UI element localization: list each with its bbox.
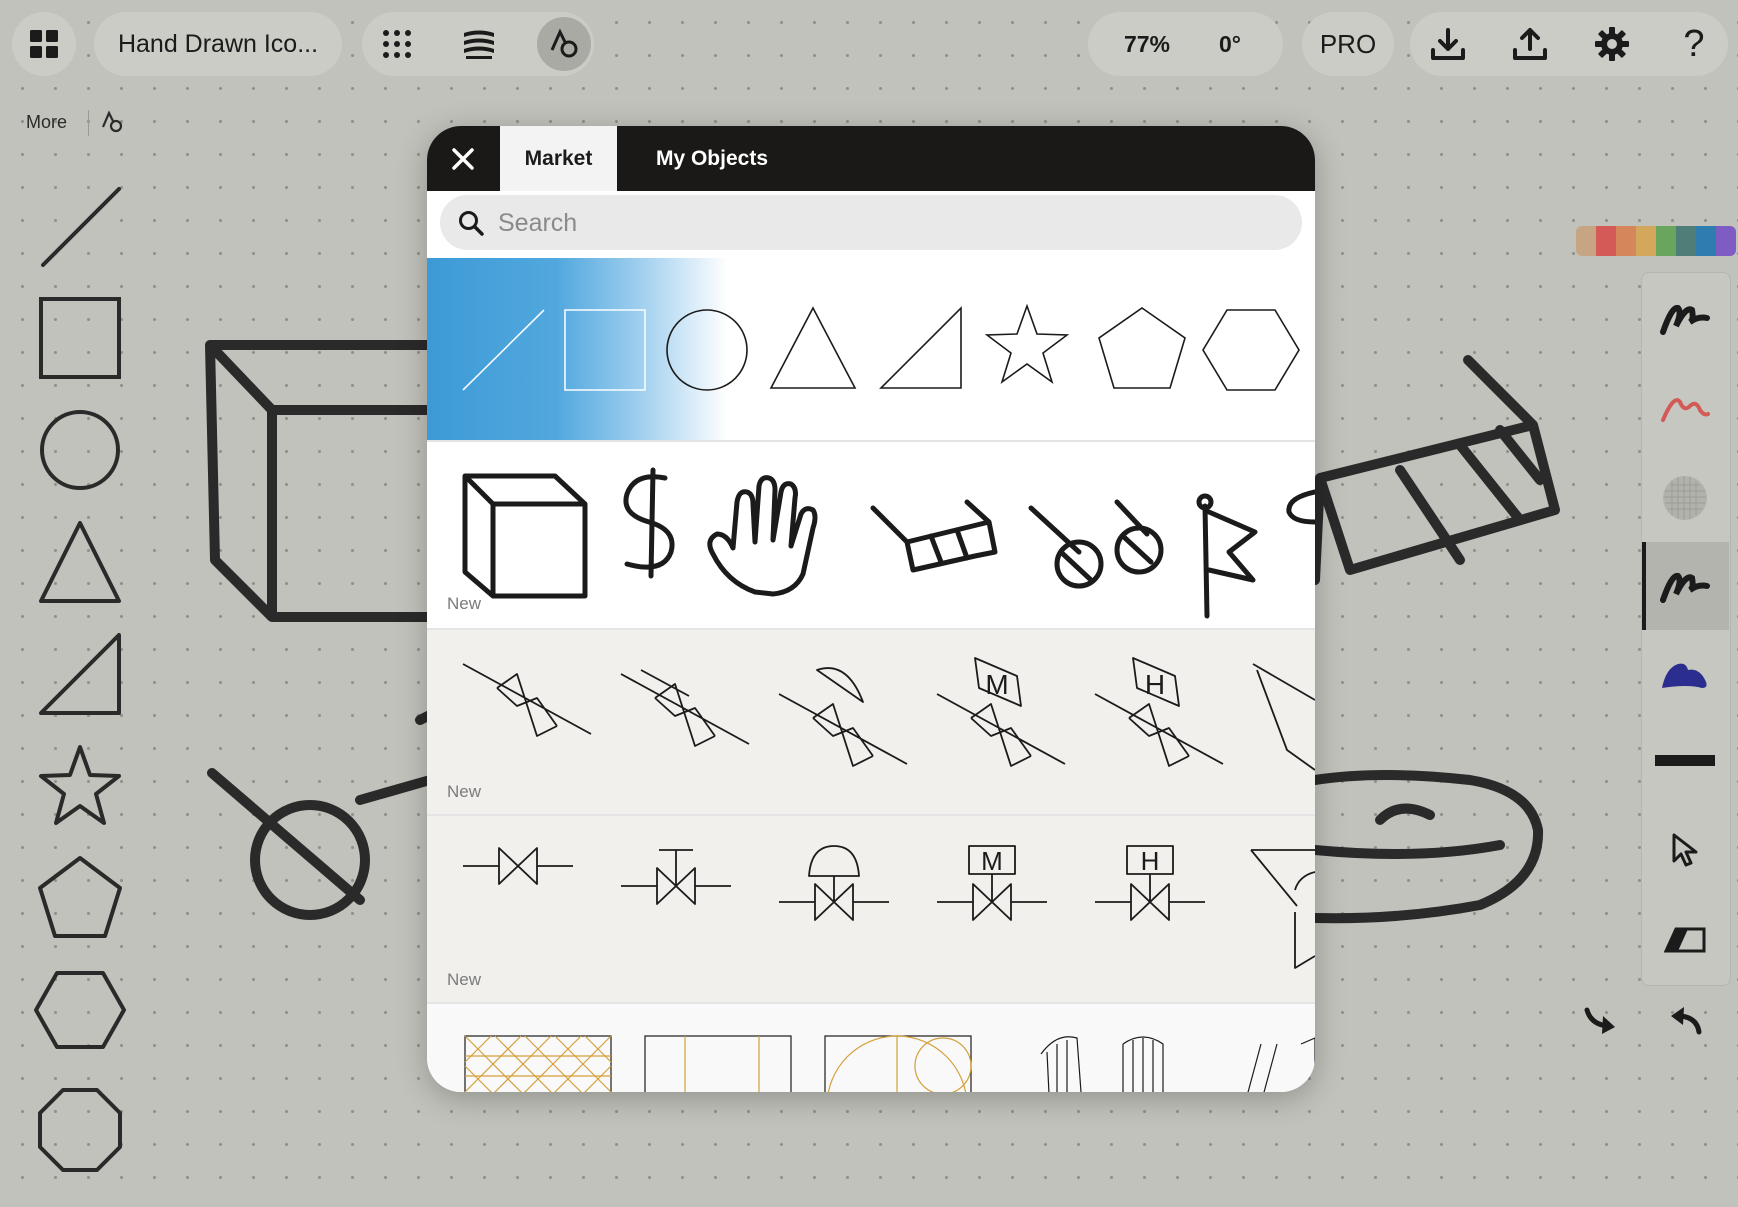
line-width-tool[interactable] — [1641, 716, 1729, 804]
valve-letter-m: M — [985, 669, 1008, 700]
new-badge: New — [447, 782, 482, 801]
upload-icon[interactable] — [1496, 12, 1564, 76]
rotation-angle[interactable]: 0° — [1190, 12, 1270, 76]
gear-icon[interactable] — [1578, 12, 1646, 76]
grids-chairs-row[interactable] — [427, 1004, 1315, 1092]
left-panel-divider — [88, 110, 89, 136]
hand-drawn-icons-row[interactable]: New — [427, 442, 1315, 628]
iso-valves-row[interactable]: M H New — [427, 630, 1315, 814]
redo-icon[interactable] — [1574, 998, 1626, 1044]
square-shape[interactable] — [30, 288, 130, 388]
valve-letter-h: H — [1141, 846, 1160, 876]
right-triangle-shape[interactable] — [30, 624, 130, 724]
search-icon — [459, 211, 484, 236]
undo-icon[interactable] — [1660, 998, 1712, 1044]
grids-chairs-set — [464, 1035, 1315, 1092]
close-icon[interactable] — [427, 126, 499, 191]
new-badge: New — [447, 970, 482, 989]
pro-button[interactable]: PRO — [1302, 12, 1394, 76]
more-label[interactable]: More — [26, 112, 67, 133]
triangle-shape[interactable] — [30, 512, 130, 612]
line-shape[interactable] — [30, 176, 130, 276]
valve-letter-h: H — [1145, 669, 1165, 700]
eraser-icon[interactable] — [1641, 896, 1729, 984]
hand-drawn-icons-set — [462, 467, 1315, 619]
palette-swatch-2[interactable] — [1596, 226, 1616, 256]
pencil-texture-brush[interactable] — [1641, 454, 1729, 542]
shapes-small-icon[interactable] — [100, 110, 124, 134]
palette-swatch-5[interactable] — [1656, 226, 1676, 256]
basic-shapes-row[interactable] — [427, 258, 1315, 440]
search-bar — [440, 195, 1302, 252]
tab-my-objects[interactable]: My Objects — [617, 126, 807, 191]
grid-icon[interactable] — [12, 12, 76, 76]
dots-grid-icon[interactable] — [362, 12, 432, 76]
fountain-pen-brush[interactable] — [1641, 542, 1729, 630]
palette-swatch-7[interactable] — [1696, 226, 1716, 256]
shapes-icon[interactable] — [530, 12, 598, 76]
palette-swatch-6[interactable] — [1676, 226, 1696, 256]
octagon-shape[interactable] — [30, 1080, 130, 1180]
download-icon[interactable] — [1414, 12, 1482, 76]
palette-swatch-3[interactable] — [1616, 226, 1636, 256]
help-icon[interactable]: ? — [1660, 12, 1728, 76]
valve-letter-m: M — [981, 846, 1003, 876]
star-shape[interactable] — [30, 736, 130, 836]
circle-shape[interactable] — [30, 400, 130, 500]
search-input[interactable] — [496, 195, 1280, 252]
document-title[interactable]: Hand Drawn Ico... — [94, 12, 342, 76]
tab-market[interactable]: Market — [500, 126, 617, 191]
layers-icon[interactable] — [444, 12, 514, 76]
pentagon-shape[interactable] — [30, 848, 130, 948]
palette-swatch-4[interactable] — [1636, 226, 1656, 256]
palette-swatch-8[interactable] — [1716, 226, 1736, 256]
flat-valves-row[interactable]: M H New — [427, 816, 1315, 1002]
zoom-level[interactable]: 77% — [1100, 12, 1194, 76]
pen-brush[interactable] — [1641, 274, 1729, 362]
marker-brush[interactable] — [1641, 364, 1729, 452]
basic-shapes-set — [462, 303, 1300, 391]
flat-valves-set: M H — [463, 845, 1315, 969]
new-badge: New — [447, 594, 482, 613]
cursor-icon[interactable] — [1641, 806, 1729, 894]
palette-swatch-1[interactable] — [1576, 226, 1596, 256]
hexagon-shape[interactable] — [30, 960, 130, 1060]
objects-modal: Market My Objects Search New M H New M H… — [427, 126, 1315, 1092]
iso-valves-set: M H — [462, 657, 1315, 771]
fill-brush[interactable] — [1641, 630, 1729, 718]
